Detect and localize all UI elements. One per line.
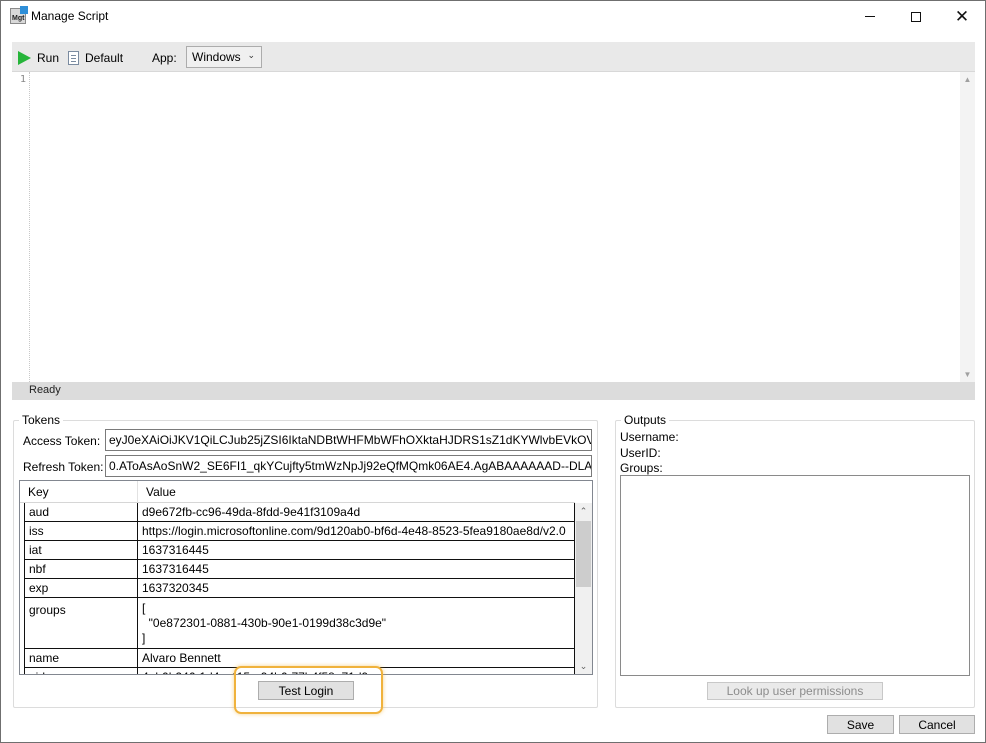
maximize-icon xyxy=(911,11,921,22)
table-row[interactable]: iss https://login.microsoftonline.com/9d1… xyxy=(24,522,575,541)
script-editor[interactable]: 1 ▲ ▼ xyxy=(12,72,975,382)
line-number: 1 xyxy=(19,74,26,85)
groups-label: Groups: xyxy=(620,461,663,475)
outputs-group-title: Outputs xyxy=(621,413,670,427)
cell-value: 1637316445 xyxy=(138,560,575,578)
table-row[interactable]: iat 1637316445 xyxy=(24,541,575,560)
username-label: Username: xyxy=(620,430,679,444)
grid-header: Key Value xyxy=(20,481,575,503)
highlight-callout xyxy=(234,666,383,714)
scroll-down-icon[interactable]: ⌄ xyxy=(575,658,592,674)
app-icon-text: Mgt xyxy=(12,15,25,22)
table-row[interactable]: exp 1637320345 xyxy=(24,579,575,598)
editor-scrollbar[interactable]: ▲ ▼ xyxy=(960,72,975,382)
table-row[interactable]: groups[ "0e872301-0881-430b-90e1-0199d38… xyxy=(24,598,575,649)
column-header-key[interactable]: Key xyxy=(20,481,138,503)
run-button[interactable]: Run xyxy=(18,49,59,67)
table-row[interactable]: aud d9e672fb-cc96-49da-8fdd-9e41f3109a4d xyxy=(24,503,575,522)
refresh-token-field[interactable]: 0.AToAsAoSnW2_SE6FI1_qkYCujfty5tmWzNpJj9… xyxy=(105,455,592,477)
cell-key: aud xyxy=(24,503,138,521)
status-text: Ready xyxy=(29,384,61,396)
grid-scrollbar[interactable]: ⌃ ⌄ xyxy=(575,503,592,674)
table-row[interactable]: nbf 1637316445 xyxy=(24,560,575,579)
script-toolbar: Run Default App: Windows ⌄ xyxy=(12,42,975,72)
grid-rows: aud d9e672fb-cc96-49da-8fdd-9e41f3109a4d … xyxy=(24,503,575,674)
cancel-button[interactable]: Cancel xyxy=(899,715,975,734)
app-dropdown-value: Windows xyxy=(192,50,241,64)
scroll-up-icon[interactable]: ▲ xyxy=(960,72,975,87)
cell-key: nbf xyxy=(24,560,138,578)
close-button[interactable]: ✕ xyxy=(939,1,985,32)
scroll-up-icon[interactable]: ⌃ xyxy=(575,503,592,519)
tokens-group-title: Tokens xyxy=(19,413,64,427)
app-label: App: xyxy=(152,51,177,65)
scroll-down-icon[interactable]: ▼ xyxy=(960,367,975,382)
column-header-value[interactable]: Value xyxy=(138,481,575,503)
cell-key: iat xyxy=(24,541,138,559)
manage-script-window: Mgt Manage Script ✕ Run Default App: Win… xyxy=(0,0,986,743)
access-token-label: Access Token: xyxy=(23,434,101,448)
cell-value: d9e672fb-cc96-49da-8fdd-9e41f3109a4d xyxy=(138,503,575,521)
cell-value: 1637316445 xyxy=(138,541,575,559)
userid-label: UserID: xyxy=(620,446,661,460)
save-button[interactable]: Save xyxy=(827,715,894,734)
cell-value: Alvaro Bennett xyxy=(138,649,575,667)
status-bar: Ready xyxy=(12,382,975,400)
maximize-button[interactable] xyxy=(893,1,939,32)
run-label: Run xyxy=(37,51,60,65)
cell-value: 1637320345 xyxy=(138,579,575,597)
app-dropdown[interactable]: Windows ⌄ xyxy=(186,46,262,68)
refresh-token-label: Refresh Token: xyxy=(23,460,104,474)
line-number-gutter: 1 xyxy=(12,72,30,382)
cell-value: [ "0e872301-0881-430b-90e1-0199d38c3d9e"… xyxy=(138,598,575,648)
document-icon xyxy=(68,51,79,65)
title-bar: Mgt Manage Script ✕ xyxy=(1,1,985,32)
lookup-permissions-button[interactable]: Look up user permissions xyxy=(707,682,883,700)
chevron-down-icon: ⌄ xyxy=(247,50,255,60)
cell-value: https://login.microsoftonline.com/9d120a… xyxy=(138,522,575,540)
app-icon: Mgt xyxy=(10,6,28,24)
scroll-thumb[interactable] xyxy=(576,521,591,587)
token-claims-grid[interactable]: Key Value aud d9e672fb-cc96-49da-8fdd-9e4… xyxy=(19,480,593,675)
default-label: Default xyxy=(85,51,124,65)
default-button[interactable]: Default xyxy=(68,49,123,67)
minimize-icon xyxy=(865,16,875,17)
groups-output-box[interactable] xyxy=(620,475,970,676)
cell-key: exp xyxy=(24,579,138,597)
cell-key: oid xyxy=(24,668,138,674)
play-icon xyxy=(18,51,31,65)
window-title: Manage Script xyxy=(31,9,109,23)
cell-key: groups xyxy=(24,598,138,648)
minimize-button[interactable] xyxy=(847,1,893,32)
close-icon: ✕ xyxy=(954,7,970,26)
cell-key: name xyxy=(24,649,138,667)
cell-key: iss xyxy=(24,522,138,540)
access-token-field[interactable]: eyJ0eXAiOiJKV1QiLCJub25jZSI6IktaNDBtWHFM… xyxy=(105,429,592,451)
